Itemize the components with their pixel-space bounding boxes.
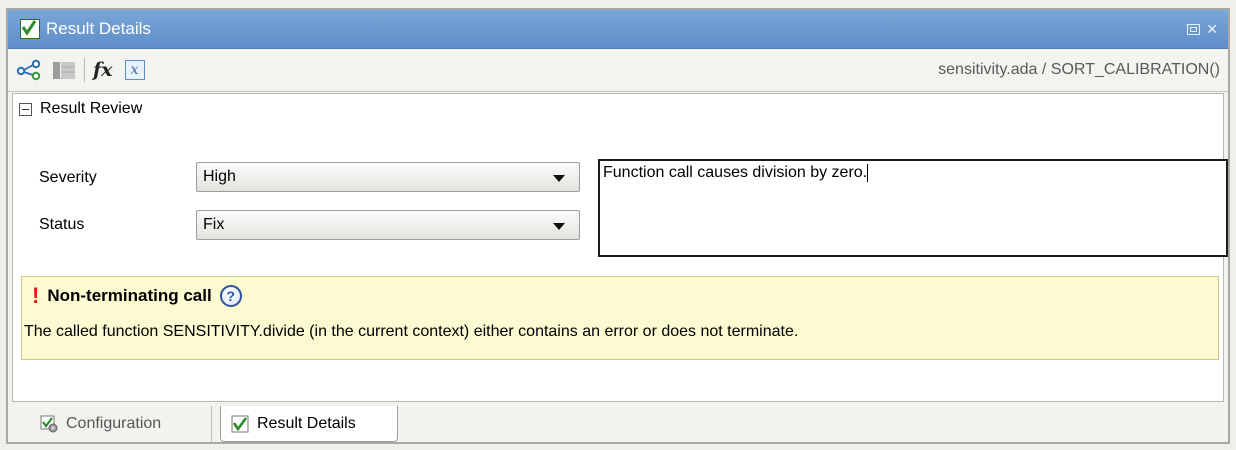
severity-label: Severity xyxy=(39,169,97,186)
tab-result-details-label: Result Details xyxy=(257,414,356,432)
text-cursor xyxy=(867,164,869,182)
check-header: ! Non-terminating call ? xyxy=(32,285,242,307)
collapse-icon[interactable] xyxy=(19,102,32,116)
chevron-down-icon xyxy=(553,175,565,182)
check-message: The called function SENSITIVITY.divide (… xyxy=(24,323,799,340)
window-controls: ✕ xyxy=(1187,21,1218,38)
result-review-panel: Result Review Severity High Status Fix F… xyxy=(12,93,1228,402)
variable-icon-glyph: x xyxy=(124,60,145,80)
toolbar-separator xyxy=(84,58,85,82)
title-bar: Result Details ✕ xyxy=(8,10,1228,49)
close-icon[interactable]: ✕ xyxy=(1206,21,1218,38)
tab-configuration-label: Configuration xyxy=(66,415,162,432)
source-path: sensitivity.ada / SORT_CALIBRATION() xyxy=(938,61,1220,78)
result-details-app-icon xyxy=(20,19,40,39)
result-details-icon xyxy=(231,415,249,433)
status-dropdown[interactable]: Fix xyxy=(196,210,580,240)
result-details-pane: Result Details ✕ fx x sensitivity.ada / … xyxy=(6,8,1230,444)
tab-configuration[interactable]: Configuration xyxy=(30,406,212,442)
status-value: Fix xyxy=(203,216,225,233)
table-icon[interactable] xyxy=(52,55,76,85)
section-title: Result Review xyxy=(40,100,143,117)
tab-result-details[interactable]: Result Details xyxy=(220,406,398,442)
bottom-tab-bar: Configuration Result Details xyxy=(8,406,1228,444)
comment-text: Function call causes division by zero. xyxy=(603,164,868,182)
configuration-icon xyxy=(40,415,58,433)
chevron-down-icon xyxy=(553,223,565,230)
severity-dropdown[interactable]: High xyxy=(196,162,580,192)
severity-value: High xyxy=(203,168,236,185)
toolbar: fx x sensitivity.ada / SORT_CALIBRATION(… xyxy=(8,49,1228,92)
check-title: Non-terminating call xyxy=(47,286,212,305)
status-label: Status xyxy=(39,216,85,233)
restore-icon[interactable] xyxy=(1187,23,1201,35)
call-graph-icon[interactable] xyxy=(16,55,42,85)
error-icon: ! xyxy=(32,283,40,308)
comment-field[interactable]: Function call causes division by zero. xyxy=(598,159,1228,257)
check-message-box: ! Non-terminating call ? The called func… xyxy=(21,276,1219,360)
help-icon[interactable]: ? xyxy=(219,285,242,307)
variable-icon[interactable]: x xyxy=(124,55,145,85)
result-review-header[interactable]: Result Review xyxy=(19,100,142,118)
window-title: Result Details xyxy=(46,19,151,38)
fx-icon[interactable]: fx xyxy=(93,55,113,85)
